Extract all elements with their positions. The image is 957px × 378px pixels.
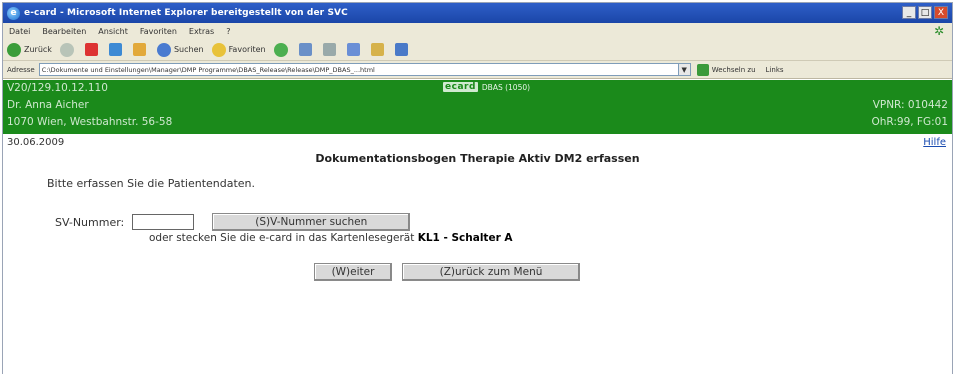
search-label: Suchen	[173, 45, 204, 54]
messenger-button[interactable]	[394, 43, 411, 56]
refresh-icon	[108, 43, 122, 56]
main-content: 30.06.2009 Hilfe Dokumentationsbogen The…	[3, 134, 952, 374]
stop-button[interactable]	[84, 43, 101, 56]
discuss-button[interactable]	[370, 43, 387, 56]
menu-item-datei[interactable]: Datei	[9, 27, 30, 36]
edit-button[interactable]	[346, 43, 363, 56]
home-icon	[132, 43, 146, 56]
ie-icon: e	[7, 6, 20, 20]
history-icon	[273, 42, 288, 57]
links-button[interactable]: Links	[766, 66, 784, 74]
go-button[interactable]: Wechseln zu	[696, 63, 756, 76]
page-title: Dokumentationsbogen Therapie Aktiv DM2 e…	[315, 152, 640, 165]
current-date: 30.06.2009	[7, 137, 65, 148]
sv-search-button[interactable]: (S)V-Nummer suchen	[212, 213, 411, 231]
menu-item-help[interactable]: ?	[226, 27, 230, 36]
history-button[interactable]	[273, 42, 291, 57]
app-header: V20/129.10.12.110 Dr. Anna Aicher 1070 W…	[3, 80, 952, 134]
ip-address: V20/129.10.12.110	[7, 82, 108, 94]
menu-item-bearbeiten[interactable]: Bearbeiten	[42, 27, 86, 36]
window-controls: _ □ X	[902, 6, 948, 19]
ohr-label: OhR:99, FG:01	[871, 116, 948, 128]
ecard-logo: ecard DBAS (1050)	[443, 82, 530, 92]
refresh-button[interactable]	[108, 43, 125, 56]
maximize-button[interactable]: □	[918, 6, 932, 19]
intro-text: Bitte erfassen Sie die Patientendaten.	[47, 177, 256, 190]
messenger-icon	[394, 43, 408, 56]
minimize-button[interactable]: _	[902, 6, 916, 19]
print-button[interactable]	[322, 43, 339, 56]
go-arrow-icon	[696, 63, 709, 76]
menu-item-extras[interactable]: Extras	[189, 27, 214, 36]
back-button[interactable]: Zurück	[7, 42, 52, 57]
discuss-icon	[370, 43, 384, 56]
address-dropdown-icon[interactable]: ▼	[678, 63, 691, 76]
search-icon	[156, 42, 171, 57]
vpnr-label: VPNR: 010442	[872, 99, 948, 111]
doctor-name: Dr. Anna Aicher	[7, 99, 89, 111]
menu-item-favoriten[interactable]: Favoriten	[140, 27, 177, 36]
card-insert-text: oder stecken Sie die e-card in das Karte…	[149, 232, 415, 244]
address-input[interactable]: C:\Dokumente und Einstellungen\Manager\D…	[38, 63, 679, 76]
windows-logo-icon: ✲	[933, 24, 944, 38]
card-insert-hint: oder stecken Sie die e-card in das Karte…	[149, 232, 513, 244]
card-reader-name: KL1 - Schalter A	[417, 232, 513, 244]
sv-number-label: SV-Nummer:	[55, 215, 125, 229]
menu-item-ansicht[interactable]: Ansicht	[98, 27, 128, 36]
back-arrow-icon	[7, 42, 21, 57]
close-button[interactable]: X	[934, 6, 948, 19]
edit-icon	[346, 43, 360, 56]
favorites-button[interactable]: Favoriten	[211, 42, 266, 57]
print-icon	[322, 43, 336, 56]
go-label: Wechseln zu	[711, 65, 756, 74]
back-label: Zurück	[24, 45, 52, 54]
ecard-brand: ecard	[443, 82, 478, 92]
help-link[interactable]: Hilfe	[923, 137, 946, 148]
browser-window: e e-card - Microsoft Internet Explorer b…	[2, 2, 953, 374]
stop-icon	[84, 43, 98, 56]
sv-number-input[interactable]	[132, 214, 195, 230]
home-button[interactable]	[132, 43, 149, 56]
toolbar: Zurück Suchen Favoriten	[3, 39, 952, 61]
favorites-label: Favoriten	[228, 45, 266, 54]
action-buttons: (W)eiter (Z)urück zum Menü	[314, 263, 580, 281]
system-id: DBAS (1050)	[481, 82, 531, 92]
address-bar: Adresse C:\Dokumente und Einstellungen\M…	[3, 61, 952, 79]
search-button[interactable]: Suchen	[156, 42, 204, 57]
back-to-menu-button[interactable]: (Z)urück zum Menü	[402, 263, 580, 281]
doctor-address: 1070 Wien, Westbahnstr. 56-58	[7, 116, 173, 128]
sv-number-row: SV-Nummer: (S)V-Nummer suchen	[55, 213, 411, 231]
address-label: Adresse	[7, 65, 35, 74]
window-title: e-card - Microsoft Internet Explorer ber…	[24, 8, 348, 18]
star-icon	[211, 42, 226, 57]
next-button[interactable]: (W)eiter	[314, 263, 392, 281]
mail-button[interactable]	[298, 43, 315, 56]
forward-button[interactable]	[59, 42, 77, 57]
title-bar: e e-card - Microsoft Internet Explorer b…	[3, 3, 952, 23]
menu-bar: Datei Bearbeiten Ansicht Favoriten Extra…	[3, 23, 952, 39]
mail-icon	[298, 43, 312, 56]
forward-arrow-icon	[59, 42, 74, 57]
